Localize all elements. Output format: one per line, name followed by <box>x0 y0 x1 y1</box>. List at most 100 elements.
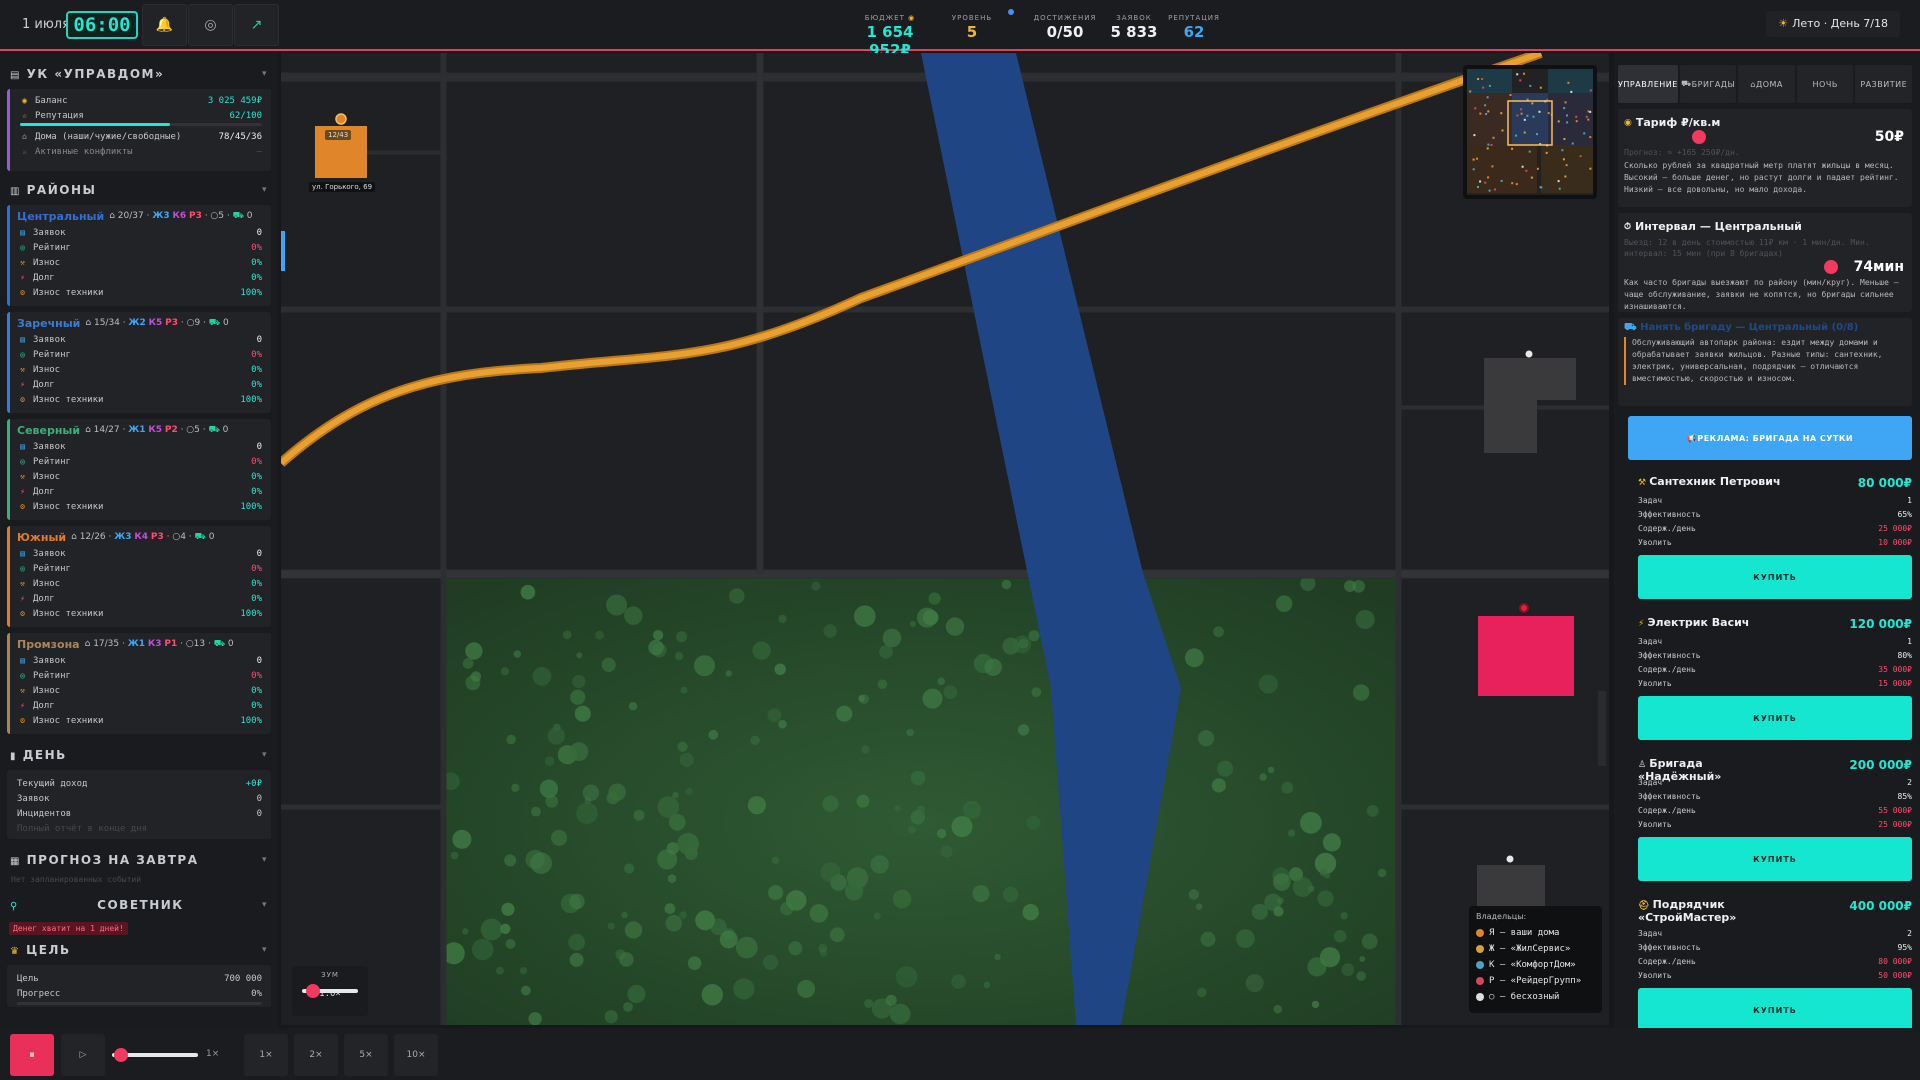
target-button[interactable]: ◎ <box>188 4 233 46</box>
notifications-button[interactable]: 🔔 <box>142 4 187 46</box>
district-card-3[interactable]: Южный ⌂ 12/26 · Ж3 К4 Р3 · ○4 · ⛟ 0 ▤ Заяво… <box>7 526 271 627</box>
minimap-building <box>1487 143 1490 146</box>
city-map[interactable]: 12/43 ул. Горького, 69 ЗУМ 1.0× Владельц… <box>281 53 1609 1025</box>
tab-1[interactable]: ⛟ БРИГАДЫ <box>1679 65 1737 103</box>
tab-2[interactable]: ⌂ ДОМА <box>1738 65 1795 103</box>
speed-button-3[interactable]: 10× <box>394 1034 438 1076</box>
tree <box>895 966 918 988</box>
district-card-4[interactable]: Промзона ⌂ 17/35 · Ж1 К3 Р1 · ○13 · ⛟ 0 ▤ З… <box>7 633 271 734</box>
forecast-section-header[interactable]: ▦ ПРОГНОЗ НА ЗАВТРА ▾ <box>0 851 278 869</box>
buy-button[interactable]: КУПИТЬ <box>1638 837 1912 881</box>
speed-button-2[interactable]: 5× <box>344 1034 388 1076</box>
chevron-down-icon: ▾ <box>261 855 268 865</box>
speed-slider[interactable] <box>112 1048 198 1062</box>
district-stat-key: ⚒ Износ <box>18 686 60 696</box>
speed-button-0[interactable]: 1× <box>244 1034 288 1076</box>
minimap-building <box>1565 164 1568 167</box>
minimap-building <box>1587 118 1590 121</box>
district-stat-value: 100% <box>240 287 262 298</box>
district-stat-key: ◎ Рейтинг <box>18 671 71 681</box>
game-clock: 06:00 <box>66 11 138 39</box>
minimap-zone <box>1548 93 1593 145</box>
district-stat-key: ⚙ Износ техники <box>18 609 103 619</box>
offer-stat-label: Содерж./день <box>1638 806 1696 815</box>
speed-slider-thumb[interactable] <box>114 1048 128 1062</box>
zoom-control: ЗУМ 1.0× <box>292 966 368 1016</box>
city-icon: ▥ <box>10 186 21 197</box>
buy-button[interactable]: КУПИТЬ <box>1638 555 1912 599</box>
target-icon: ◎ <box>204 17 217 33</box>
reputation-value: 62 <box>1183 23 1205 41</box>
tab-4[interactable]: РАЗВИТИЕ <box>1855 65 1912 103</box>
tab-0[interactable]: УПРАВЛЕНИЕ <box>1618 65 1678 103</box>
tree <box>674 652 684 661</box>
district-card-1[interactable]: Заречный ⌂ 15/34 · Ж2 К5 Р3 · ○9 · ⛟ 0 ▤ За… <box>7 312 271 413</box>
districts-title: РАЙОНЫ <box>26 183 97 197</box>
tree <box>877 679 888 689</box>
zoom-slider-thumb[interactable] <box>306 984 320 998</box>
district-card-0[interactable]: Центральный ⌂ 20/37 · Ж3 К6 Р3 · ○5 · ⛟ 0… <box>7 205 271 306</box>
stats-button[interactable]: ↗ <box>234 4 279 46</box>
tree <box>572 674 586 689</box>
interval-slider-thumb[interactable] <box>1824 260 1838 274</box>
tree <box>882 628 902 648</box>
tree <box>1300 811 1322 834</box>
tree <box>624 863 635 874</box>
speed-button-1[interactable]: 2× <box>294 1034 338 1076</box>
tab-3[interactable]: НОЧЬ <box>1796 65 1854 103</box>
home-icon: ⌂ <box>22 132 27 141</box>
districts-section-header[interactable]: ▥ РАЙОНЫ ▾ <box>0 181 278 199</box>
offer-stat-label: Задач <box>1638 637 1663 646</box>
tree <box>619 952 634 967</box>
district-stat-key: ▤ Заявок <box>18 549 65 559</box>
tariff-slider[interactable]: 50₽ <box>1624 129 1906 145</box>
tree <box>836 705 853 722</box>
advisor-section-header[interactable]: ⚲ СОВЕТНИК ▾ <box>0 896 278 914</box>
district-brigades: 0 <box>227 639 234 649</box>
zoom-label: ЗУМ <box>321 971 339 979</box>
tree <box>1184 648 1204 668</box>
minimap-building <box>1589 167 1592 170</box>
tree <box>951 974 966 989</box>
building-rival[interactable] <box>1478 616 1574 696</box>
tree <box>676 631 688 643</box>
ad-brigade-button[interactable]: 📢 РЕКЛАМА: БРИГАДА НА СУТКИ <box>1628 416 1912 460</box>
offer-name: Электрик Васич <box>1647 616 1750 629</box>
tree <box>951 816 973 838</box>
tariff-slider-thumb[interactable] <box>1692 130 1706 144</box>
district-stat-key: ⚙ Износ техники <box>18 502 103 512</box>
district-zh: Ж2 <box>128 318 146 328</box>
tree <box>922 609 939 626</box>
offer-stat-label: Эффективность <box>1638 510 1701 519</box>
tools-icon: ⚙ <box>20 716 25 725</box>
goal-section-header[interactable]: ♛ ЦЕЛЬ ▾ <box>0 941 278 959</box>
tree <box>621 911 628 919</box>
map-scrollbar[interactable] <box>1598 691 1606 766</box>
district-brigades: 0 <box>222 425 229 435</box>
district-header: Заречный ⌂ 15/34 · Ж2 К5 Р3 · ○9 · ⛟ 0 <box>10 315 271 332</box>
day-section-header[interactable]: ▮ ДЕНЬ ▾ <box>0 746 278 764</box>
interval-slider[interactable]: 74мин <box>1624 259 1906 275</box>
hire-title: Нанять бригаду — Центральный (0/8) <box>1640 322 1859 333</box>
legend-item: Я — ваши дома <box>1476 925 1595 941</box>
road-h4 <box>281 804 447 810</box>
district-k: К4 <box>134 532 149 542</box>
play-button[interactable]: ▷ <box>61 1034 105 1076</box>
tree <box>480 918 503 941</box>
district-stat-row: ⚒ Износ 0% <box>10 683 271 698</box>
district-card-2[interactable]: Северный ⌂ 14/27 · Ж1 К5 Р2 · ○5 · ⛟ 0 ▤ За… <box>7 419 271 520</box>
zoom-slider[interactable] <box>302 984 358 998</box>
company-section-header[interactable]: ▤ УК «УПРАВДОМ» ▾ <box>0 65 278 83</box>
buy-button[interactable]: КУПИТЬ <box>1638 988 1912 1028</box>
pause-button[interactable]: ⏸ <box>10 1034 54 1076</box>
achievements-stat[interactable]: ДОСТИЖЕНИЯ 0/50 <box>1030 14 1100 41</box>
minimap-building <box>1523 131 1526 134</box>
buy-button[interactable]: КУПИТЬ <box>1638 696 1912 740</box>
tree <box>729 588 745 604</box>
minimap[interactable] <box>1463 65 1597 199</box>
district-free: 13 <box>193 639 206 649</box>
district-k: К5 <box>148 425 162 435</box>
tree <box>531 806 541 817</box>
minimap-building <box>1474 107 1477 110</box>
map-canvas[interactable] <box>281 53 1609 1025</box>
